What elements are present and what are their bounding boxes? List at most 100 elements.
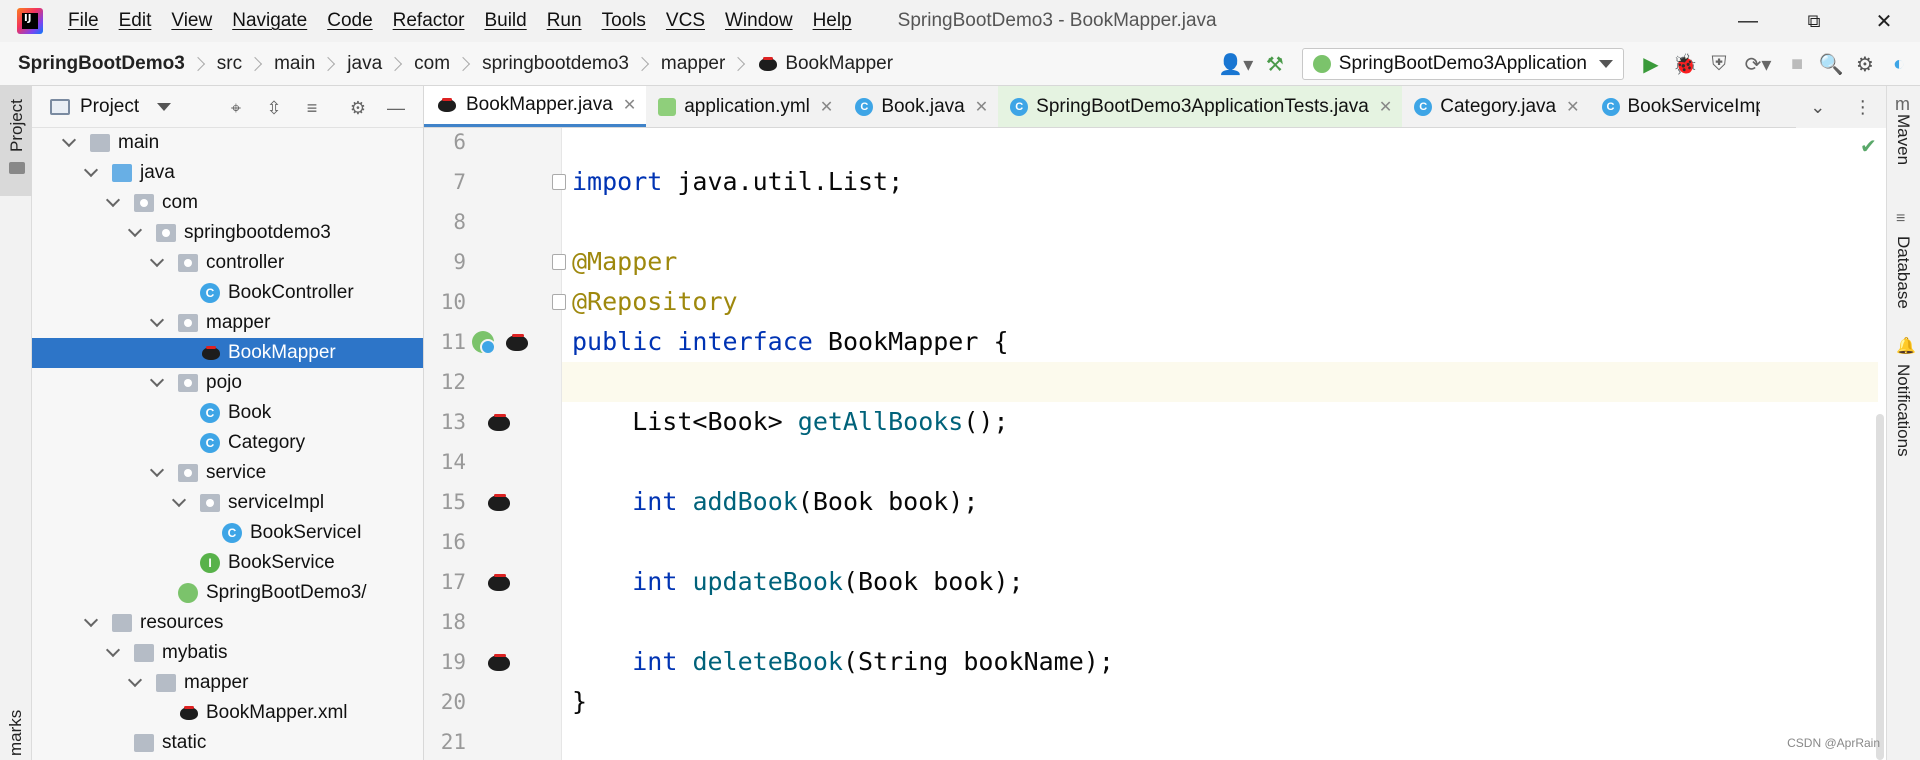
editor-tab[interactable]: BookServiceImpl: [1590, 86, 1760, 127]
stop-icon[interactable]: ■: [1782, 49, 1812, 79]
chevron-down-icon[interactable]: [105, 192, 121, 208]
menu-view[interactable]: View: [161, 0, 222, 42]
tree-item[interactable]: java: [32, 158, 423, 188]
chevron-down-icon[interactable]: [149, 252, 165, 268]
tree-item[interactable]: springbootdemo3: [32, 218, 423, 248]
collapse-all-icon[interactable]: ≡: [300, 96, 324, 120]
chevron-down-icon[interactable]: [127, 222, 143, 238]
tree-item[interactable]: I BookService: [32, 548, 423, 578]
tree-item[interactable]: C Category: [32, 428, 423, 458]
tree-item[interactable]: SpringBootDemo3/: [32, 578, 423, 608]
profiler-icon[interactable]: ⟳▾: [1738, 49, 1778, 79]
tree-item[interactable]: main: [32, 128, 423, 158]
inspection-ok-check-icon[interactable]: ✔: [1860, 134, 1877, 159]
tree-item[interactable]: com: [32, 188, 423, 218]
editor-tab[interactable]: Book.java ✕: [843, 86, 998, 127]
tree-item[interactable]: pojo: [32, 368, 423, 398]
menu-tools[interactable]: Tools: [592, 0, 656, 42]
breadcrumb-mapper[interactable]: mapper: [661, 53, 725, 75]
close-tab-icon[interactable]: ✕: [820, 97, 833, 117]
tree-item[interactable]: mapper: [32, 668, 423, 698]
breadcrumb-main[interactable]: main: [274, 53, 315, 75]
tree-item[interactable]: controller: [32, 248, 423, 278]
breadcrumb-project[interactable]: SpringBootDemo3: [18, 53, 185, 75]
run-icon[interactable]: ▶: [1636, 49, 1666, 79]
editor-tab[interactable]: Category.java ✕: [1402, 86, 1589, 127]
restore-button[interactable]: ⧉: [1786, 0, 1842, 42]
minimize-button[interactable]: —: [1720, 0, 1776, 42]
chevron-down-icon[interactable]: [127, 672, 143, 688]
breadcrumb-bookmapper[interactable]: BookMapper: [785, 53, 893, 75]
chevron-down-icon[interactable]: [149, 372, 165, 388]
tree-item[interactable]: static: [32, 728, 423, 758]
more-options-icon[interactable]: ⋮: [1854, 97, 1872, 118]
mybatis-navigate-icon[interactable]: [486, 651, 512, 673]
menu-refactor[interactable]: Refactor: [383, 0, 475, 42]
breadcrumb-com[interactable]: com: [414, 53, 450, 75]
tree-item[interactable]: service: [32, 458, 423, 488]
menu-build[interactable]: Build: [474, 0, 536, 42]
search-icon[interactable]: 🔍: [1816, 49, 1846, 79]
close-window-button[interactable]: ✕: [1856, 0, 1912, 42]
chevron-down-icon[interactable]: ⌄: [1810, 97, 1825, 118]
menu-code[interactable]: Code: [317, 0, 382, 42]
tree-item[interactable]: BookMapper.xml: [32, 698, 423, 728]
expand-all-icon[interactable]: ⇳: [262, 96, 286, 120]
tree-item[interactable]: resources: [32, 608, 423, 638]
chevron-down-icon[interactable]: [105, 642, 121, 658]
breadcrumb-java[interactable]: java: [347, 53, 382, 75]
editor-tab[interactable]: application.yml ✕: [646, 86, 843, 127]
chevron-down-icon[interactable]: [157, 102, 172, 111]
database-stripe-label[interactable]: Database: [1893, 236, 1913, 309]
hide-panel-icon[interactable]: —: [384, 96, 408, 120]
chevron-down-icon[interactable]: [61, 132, 77, 148]
jetbrains-toolbox-icon[interactable]: ◐: [1884, 49, 1914, 79]
code-area[interactable]: import java.util.List; @Mapper @Repository…: [562, 128, 1878, 760]
project-tool-window-button[interactable]: Project: [0, 86, 32, 196]
settings-gear-icon[interactable]: ⚙: [1850, 49, 1880, 79]
menu-run[interactable]: Run: [537, 0, 592, 42]
breadcrumb-src[interactable]: src: [217, 53, 242, 75]
menu-edit[interactable]: Edit: [109, 0, 162, 42]
tree-item[interactable]: mapper: [32, 308, 423, 338]
maven-stripe-label[interactable]: Maven: [1893, 114, 1913, 165]
close-tab-icon[interactable]: ✕: [975, 97, 988, 117]
editor-tab[interactable]: SpringBootDemo3ApplicationTests.java ✕: [998, 86, 1403, 127]
tree-item[interactable]: C BookController: [32, 278, 423, 308]
build-hammer-icon[interactable]: ⚒: [1260, 49, 1290, 79]
menu-help[interactable]: Help: [803, 0, 862, 42]
locate-file-icon[interactable]: ⌖: [224, 96, 248, 120]
bookmarks-stripe-label[interactable]: marks: [6, 710, 26, 756]
mybatis-navigate-icon[interactable]: [486, 411, 512, 433]
project-panel-title[interactable]: Project: [80, 96, 139, 118]
close-tab-icon[interactable]: ✕: [623, 95, 636, 115]
chevron-down-icon[interactable]: [171, 492, 187, 508]
tree-item[interactable]: C BookServiceI: [32, 518, 423, 548]
chevron-down-icon[interactable]: [149, 312, 165, 328]
editor-scrollbar[interactable]: [1876, 414, 1884, 760]
debug-icon[interactable]: 🐞: [1670, 49, 1700, 79]
panel-settings-gear-icon[interactable]: ⚙: [346, 96, 370, 120]
coverage-icon[interactable]: ⛨: [1704, 49, 1734, 79]
notifications-stripe-label[interactable]: Notifications: [1893, 364, 1913, 457]
close-tab-icon[interactable]: ✕: [1379, 97, 1392, 117]
menu-window[interactable]: Window: [715, 0, 803, 42]
tree-item[interactable]: serviceImpl: [32, 488, 423, 518]
menu-file[interactable]: File: [58, 0, 109, 42]
tree-item[interactable]: C Book: [32, 398, 423, 428]
run-configuration-dropdown[interactable]: SpringBootDemo3Application: [1301, 48, 1624, 80]
menu-navigate[interactable]: Navigate: [222, 0, 317, 42]
mybatis-navigate-icon[interactable]: [504, 331, 530, 353]
mybatis-navigate-icon[interactable]: [486, 571, 512, 593]
chevron-down-icon[interactable]: [83, 162, 99, 178]
chevron-down-icon[interactable]: [149, 462, 165, 478]
menu-vcs[interactable]: VCS: [656, 0, 715, 42]
breadcrumb-springbootdemo3[interactable]: springbootdemo3: [482, 53, 629, 75]
chevron-down-icon[interactable]: [83, 612, 99, 628]
tree-item[interactable]: mybatis: [32, 638, 423, 668]
mybatis-navigate-icon[interactable]: [486, 491, 512, 513]
close-tab-icon[interactable]: ✕: [1566, 97, 1579, 117]
spring-bean-icon[interactable]: [472, 331, 496, 355]
tree-item-selected[interactable]: BookMapper: [32, 338, 423, 368]
user-profile-icon[interactable]: 👤▾: [1216, 49, 1256, 79]
